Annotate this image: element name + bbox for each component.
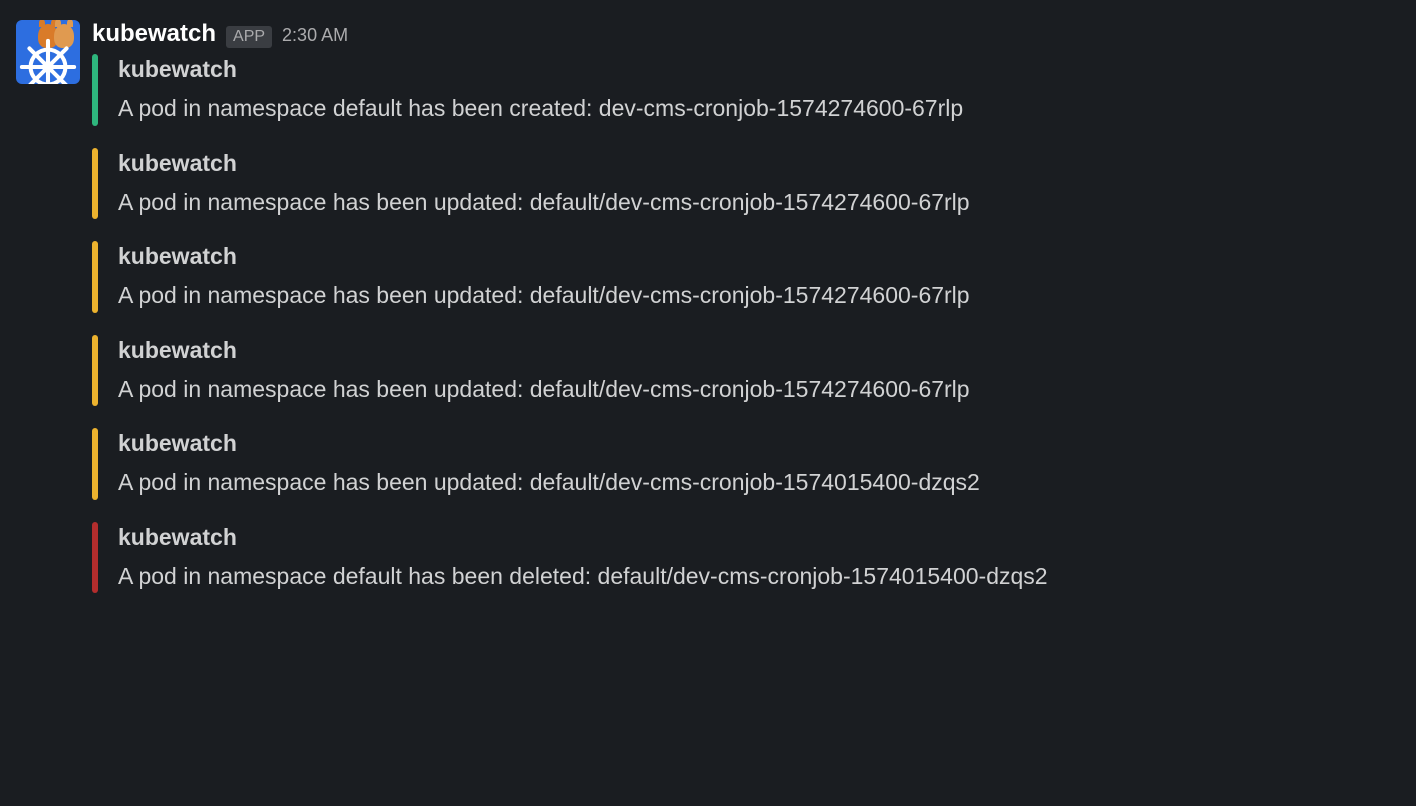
app-badge: APP	[226, 26, 272, 48]
message-body: kubewatch APP 2:30 AM kubewatch A pod in …	[92, 20, 1400, 593]
attachment: kubewatch A pod in namespace has been upd…	[92, 241, 1400, 313]
attachment-text: A pod in namespace default has been dele…	[118, 559, 1400, 594]
attachment-title: kubewatch	[118, 524, 1400, 551]
attachment: kubewatch A pod in namespace default has …	[92, 54, 1400, 126]
attachment-color-bar	[92, 522, 98, 594]
attachments-list: kubewatch A pod in namespace default has …	[92, 54, 1400, 593]
attachment: kubewatch A pod in namespace default has …	[92, 522, 1400, 594]
sender-name[interactable]: kubewatch	[92, 20, 216, 48]
attachment: kubewatch A pod in namespace has been upd…	[92, 148, 1400, 220]
attachment-color-bar	[92, 428, 98, 500]
attachment-title: kubewatch	[118, 430, 1400, 457]
attachment-color-bar	[92, 54, 98, 126]
ship-wheel-icon	[19, 38, 77, 84]
attachment: kubewatch A pod in namespace has been upd…	[92, 428, 1400, 500]
attachment-color-bar	[92, 241, 98, 313]
attachment-title: kubewatch	[118, 337, 1400, 364]
attachment-text: A pod in namespace has been updated: def…	[118, 465, 1400, 500]
timestamp[interactable]: 2:30 AM	[282, 25, 348, 46]
attachment-color-bar	[92, 148, 98, 220]
slack-message: kubewatch APP 2:30 AM kubewatch A pod in …	[16, 20, 1400, 593]
attachment: kubewatch A pod in namespace has been upd…	[92, 335, 1400, 407]
attachment-text: A pod in namespace default has been crea…	[118, 91, 1400, 126]
attachment-text: A pod in namespace has been updated: def…	[118, 278, 1400, 313]
attachment-content: kubewatch A pod in namespace has been upd…	[118, 148, 1400, 220]
attachment-content: kubewatch A pod in namespace default has …	[118, 522, 1400, 594]
attachment-content: kubewatch A pod in namespace default has …	[118, 54, 1400, 126]
attachment-content: kubewatch A pod in namespace has been upd…	[118, 428, 1400, 500]
attachment-title: kubewatch	[118, 243, 1400, 270]
attachment-text: A pod in namespace has been updated: def…	[118, 185, 1400, 220]
message-header: kubewatch APP 2:30 AM	[92, 20, 1400, 48]
attachment-title: kubewatch	[118, 56, 1400, 83]
avatar[interactable]	[16, 20, 80, 84]
attachment-content: kubewatch A pod in namespace has been upd…	[118, 335, 1400, 407]
attachment-color-bar	[92, 335, 98, 407]
attachment-content: kubewatch A pod in namespace has been upd…	[118, 241, 1400, 313]
attachment-text: A pod in namespace has been updated: def…	[118, 372, 1400, 407]
attachment-title: kubewatch	[118, 150, 1400, 177]
